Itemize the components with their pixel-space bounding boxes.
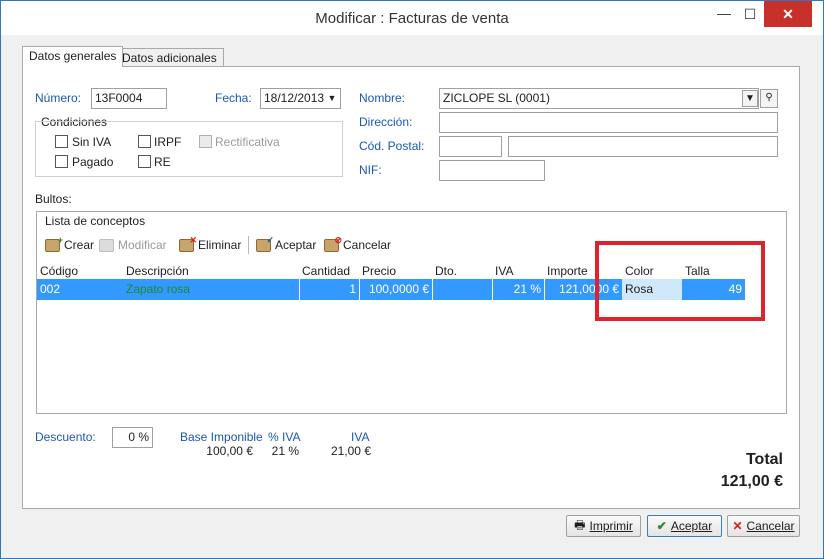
base-imponible-label: Base Imponible: [180, 430, 263, 444]
cancelar-concepto-label: Cancelar: [343, 238, 392, 252]
cell-descripcion[interactable]: Zapato rosa: [123, 279, 299, 300]
col-header-importe[interactable]: Importe: [547, 264, 588, 278]
cancelar-label: Cancelar: [746, 519, 795, 533]
printer-icon: 🖶: [574, 517, 586, 532]
cod-postal-input[interactable]: [439, 136, 502, 157]
iva-label: IVA: [351, 430, 370, 444]
numero-input[interactable]: 13F0004: [91, 88, 167, 109]
re-checkbox[interactable]: [138, 155, 151, 168]
col-header-dto[interactable]: Dto.: [435, 264, 457, 278]
base-imponible-value: 100,00 €: [206, 444, 253, 458]
cell-separator: [359, 279, 360, 300]
chevron-down-icon[interactable]: ▼: [324, 89, 340, 108]
edit-box-icon: [99, 238, 114, 252]
aceptar-concepto-label: Aceptar: [275, 238, 317, 252]
cancel-box-icon: ⊘: [324, 235, 342, 252]
check-icon: ✔: [656, 519, 667, 533]
nombre-label: Nombre:: [359, 91, 406, 105]
window-title: Modificar : Facturas de venta: [315, 10, 509, 27]
nombre-select[interactable]: ZICLOPE SL (0001): [439, 88, 759, 109]
cancelar-concepto-button[interactable]: ⊘ Cancelar: [324, 235, 392, 253]
bultos-label: Bultos:: [35, 192, 72, 206]
col-header-codigo[interactable]: Código: [40, 264, 78, 278]
eliminar-label: Eliminar: [198, 238, 242, 252]
title-bar: Modificar : Facturas de venta — ☐ ✕: [1, 1, 823, 35]
irpf-checkbox[interactable]: [138, 135, 151, 148]
nombre-dropdown-icon[interactable]: ▼: [742, 90, 758, 107]
cell-separator: [492, 279, 493, 300]
cancel-x-icon: ✕: [732, 519, 743, 533]
descuento-input[interactable]: 0 %: [112, 427, 153, 448]
crear-button[interactable]: + Crear: [45, 235, 95, 253]
pagado-label: Pagado: [72, 155, 114, 169]
toolbar-divider: [248, 236, 249, 254]
cell-codigo[interactable]: 002: [37, 279, 123, 300]
rectificativa-checkbox[interactable]: [199, 135, 212, 148]
sin-iva-checkbox[interactable]: [55, 135, 68, 148]
cod-postal-label: Cód. Postal:: [359, 139, 425, 153]
crear-label: Crear: [64, 238, 95, 252]
tab-datos-generales[interactable]: Datos generales: [22, 46, 124, 67]
minimize-button[interactable]: —: [711, 1, 737, 27]
nombre-value: ZICLOPE SL (0001): [443, 91, 550, 105]
conceptos-title: Lista de conceptos: [45, 214, 146, 228]
delete-box-icon: ✕: [179, 235, 197, 252]
cell-precio[interactable]: 100,0000 €: [359, 279, 432, 300]
aceptar-label: Aceptar: [670, 519, 713, 533]
col-header-descripcion[interactable]: Descripción: [126, 264, 189, 278]
direccion-input[interactable]: [439, 112, 778, 133]
eliminar-button[interactable]: ✕ Eliminar: [179, 235, 242, 253]
descuento-label: Descuento:: [35, 430, 96, 444]
col-header-cantidad[interactable]: Cantidad: [302, 264, 350, 278]
tab-datos-adicionales[interactable]: Datos adicionales: [115, 48, 224, 68]
total-value: 121,00 €: [720, 473, 783, 490]
annotation-highlight-box: [595, 241, 765, 321]
pct-iva-value: 21 %: [271, 444, 299, 458]
cell-separator: [299, 279, 300, 300]
cell-iva[interactable]: 21 %: [492, 279, 544, 300]
col-header-iva[interactable]: IVA: [495, 264, 513, 278]
modificar-button[interactable]: Modificar: [99, 237, 167, 253]
poblacion-input[interactable]: [508, 136, 778, 157]
col-header-precio[interactable]: Precio: [362, 264, 396, 278]
maximize-button[interactable]: ☐: [737, 1, 763, 27]
modificar-label: Modificar: [118, 238, 167, 252]
cell-separator: [544, 279, 545, 300]
fecha-value: 18/12/2013: [264, 91, 325, 105]
fecha-picker[interactable]: 18/12/2013 ▼: [260, 88, 341, 109]
irpf-label: IRPF: [154, 135, 182, 149]
iva-value: 21,00 €: [330, 444, 371, 458]
close-button[interactable]: ✕: [764, 1, 812, 27]
rectificativa-label: Rectificativa: [215, 135, 280, 149]
pagado-checkbox[interactable]: [55, 155, 68, 168]
total-label: Total: [745, 451, 783, 468]
add-box-icon: +: [45, 235, 63, 252]
sin-iva-label: Sin IVA: [72, 135, 112, 149]
cell-dto[interactable]: [432, 279, 492, 300]
fecha-label: Fecha:: [215, 91, 252, 105]
dialog-window: Modificar : Facturas de venta — ☐ ✕ Dato…: [0, 0, 824, 559]
imprimir-button[interactable]: 🖶 Imprimir: [566, 515, 641, 537]
aceptar-button[interactable]: ✔ Aceptar: [647, 515, 722, 537]
nif-input[interactable]: [439, 160, 545, 181]
re-label: RE: [154, 155, 171, 169]
accept-box-icon: ✓: [256, 235, 274, 252]
pct-iva-label: % IVA: [268, 430, 301, 444]
cell-cantidad[interactable]: 1: [299, 279, 359, 300]
aceptar-concepto-button[interactable]: ✓ Aceptar: [256, 235, 317, 253]
direccion-label: Dirección:: [359, 115, 413, 129]
cell-separator: [432, 279, 433, 300]
imprimir-label: Imprimir: [589, 519, 633, 533]
cancelar-button[interactable]: ✕ Cancelar: [727, 515, 800, 537]
search-icon[interactable]: ⚲: [760, 89, 778, 108]
numero-label: Número:: [35, 91, 82, 105]
nif-label: NIF:: [359, 163, 382, 177]
